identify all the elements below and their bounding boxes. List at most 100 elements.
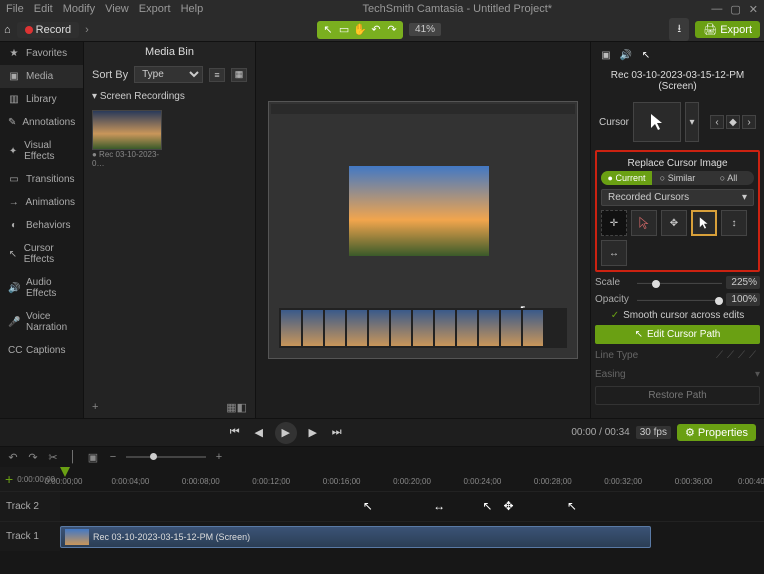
sort-by-select[interactable]: Type	[134, 66, 203, 83]
menu-modify[interactable]: Modify	[63, 3, 95, 15]
nav-media[interactable]: ▣Media	[0, 65, 83, 88]
scale-value[interactable]: 225%	[726, 276, 760, 289]
pill-current[interactable]: ● Current	[601, 171, 652, 185]
home-icon[interactable]: ⌂	[4, 24, 11, 36]
properties-button[interactable]: ⚙ Properties	[677, 424, 756, 441]
edit-cursor-path-button[interactable]: ↖ Edit Cursor Path	[595, 325, 760, 344]
tl-undo-icon[interactable]: ↶	[6, 450, 20, 464]
hand-tool-icon[interactable]: ✋	[353, 23, 367, 37]
tl-split-icon[interactable]: │	[66, 450, 80, 464]
nav-visual-effects[interactable]: ✦Visual Effects	[0, 134, 83, 168]
cc-icon: CC	[8, 345, 20, 356]
nav-voice-narration[interactable]: 🎤Voice Narration	[0, 305, 83, 339]
minimize-icon[interactable]: —	[711, 3, 722, 16]
nav-library[interactable]: ▥Library	[0, 88, 83, 111]
step-fwd-icon[interactable]: ▶	[305, 425, 321, 441]
canvas-preview[interactable]: ↖	[268, 101, 578, 359]
tl-zoom-in-icon[interactable]: +	[212, 450, 226, 464]
nav-audio-effects[interactable]: 🔊Audio Effects	[0, 271, 83, 305]
cursor-marker[interactable]: ↖	[567, 499, 577, 513]
ruler-ticks[interactable]: 0:00:00;00 0:00:04;00 0:00:08;00 0:00:12…	[60, 467, 764, 491]
media-thumb[interactable]: ● Rec 03-10-2023-0…	[92, 110, 162, 168]
tl-zoom-slider[interactable]	[126, 456, 206, 458]
scale-slider[interactable]	[637, 282, 722, 284]
redo-icon[interactable]: ↷	[385, 23, 399, 37]
library-icon: ▥	[8, 94, 20, 105]
tl-cut-icon[interactable]: ✂	[46, 450, 60, 464]
cursor-option-precision[interactable]: ✛	[601, 210, 627, 236]
pill-similar[interactable]: ○ Similar	[652, 171, 703, 185]
export-button[interactable]: 🖨 Export	[695, 21, 760, 38]
track1-lane[interactable]: Rec 03-10-2023-03-15-12-PM (Screen)	[60, 522, 764, 551]
smooth-checkbox[interactable]: ✓	[611, 310, 619, 321]
playhead[interactable]	[60, 467, 70, 477]
record-button[interactable]: Record	[17, 22, 79, 38]
cursor-marker[interactable]: ✥	[504, 499, 514, 513]
tl-redo-icon[interactable]: ↷	[26, 450, 40, 464]
cursor-option-move[interactable]: ✥	[661, 210, 687, 236]
menu-edit[interactable]: Edit	[34, 3, 53, 15]
undo-icon[interactable]: ↶	[369, 23, 383, 37]
menu-help[interactable]: Help	[181, 3, 204, 15]
maximize-icon[interactable]: ▢	[730, 3, 740, 16]
view-list-icon[interactable]: ≡	[209, 68, 225, 82]
next-frame-icon[interactable]: ⏭	[329, 425, 345, 441]
track2-lane[interactable]: ↖ ↔ ↖ ✥ ↖	[60, 492, 764, 521]
menu-view[interactable]: View	[105, 3, 129, 15]
pointer-tool-icon[interactable]: ↖	[321, 23, 335, 37]
nav-favorites[interactable]: ★Favorites	[0, 42, 83, 65]
cursor-icon: ↖	[8, 249, 18, 260]
pill-all[interactable]: ○ All	[703, 171, 754, 185]
tab-cursor-icon[interactable]: ↖	[639, 48, 653, 62]
cursor-option-resize-h[interactable]: ↔	[601, 240, 627, 266]
menu-export[interactable]: Export	[139, 3, 171, 15]
prev-cursor-icon[interactable]: ‹	[710, 115, 724, 129]
track2-label[interactable]: Track 2	[0, 492, 60, 521]
opacity-slider[interactable]	[637, 299, 722, 301]
replace-scope-toggle: ● Current ○ Similar ○ All	[601, 171, 754, 185]
cursor-option-resize-v[interactable]: ↕	[721, 210, 747, 236]
tl-zoom-out-icon[interactable]: −	[106, 450, 120, 464]
cursor-marker[interactable]: ↖	[363, 499, 373, 513]
menu-file[interactable]: File	[6, 3, 24, 15]
add-track-button[interactable]: +	[5, 471, 13, 487]
chevron-right-icon[interactable]: ›	[85, 24, 89, 36]
track1-label[interactable]: Track 1	[0, 522, 60, 551]
restore-path-button[interactable]: Restore Path	[595, 386, 760, 405]
play-button[interactable]: ▶	[275, 422, 297, 444]
opacity-value[interactable]: 100%	[726, 293, 760, 306]
tab-visual-icon[interactable]: ▣	[599, 48, 613, 62]
chevron-down-icon: ▾	[742, 192, 747, 203]
nav-behaviors[interactable]: ◐Behaviors	[0, 214, 83, 237]
cursor-source-dropdown[interactable]: Recorded Cursors▾	[601, 189, 754, 206]
cursor-option-arrow[interactable]	[691, 210, 717, 236]
tab-audio-icon[interactable]: 🔊	[619, 48, 633, 62]
prev-frame-icon[interactable]: ⏮	[227, 425, 243, 441]
nav-animations[interactable]: →Animations	[0, 191, 83, 214]
timeline-clip[interactable]: Rec 03-10-2023-03-15-12-PM (Screen)	[60, 526, 651, 548]
step-back-icon[interactable]: ◀	[251, 425, 267, 441]
linetype-label: Line Type	[595, 350, 638, 361]
cursor-option-arrow-outline[interactable]	[631, 210, 657, 236]
close-icon[interactable]: ✕	[749, 3, 758, 16]
tl-paste-icon[interactable]: ▣	[86, 450, 100, 464]
nav-annotations[interactable]: ✎Annotations	[0, 111, 83, 134]
cursor-diamond-icon[interactable]: ◆	[726, 115, 740, 129]
crop-tool-icon[interactable]: ▭	[337, 23, 351, 37]
nav-transitions[interactable]: ▭Transitions	[0, 168, 83, 191]
nav-captions[interactable]: CCCaptions	[0, 339, 83, 362]
cursor-preview-dropdown[interactable]: ▾	[685, 102, 699, 142]
view-grid-icon[interactable]: ▦	[231, 68, 247, 82]
nav-cursor-effects[interactable]: ↖Cursor Effects	[0, 237, 83, 271]
zoom-level[interactable]: 41%	[409, 23, 441, 36]
next-cursor-icon[interactable]: ›	[742, 115, 756, 129]
folder-screen-recordings[interactable]: ▾ Screen Recordings	[84, 87, 255, 106]
media-view-toggle[interactable]: ▦◧	[226, 401, 247, 414]
fps-selector[interactable]: 30 fps	[636, 426, 671, 439]
download-icon[interactable]: ⭳	[669, 18, 689, 41]
media-bin-title: Media Bin	[84, 42, 255, 62]
cursor-marker[interactable]: ↖	[482, 499, 492, 513]
add-media-button[interactable]: +	[92, 401, 98, 414]
cursor-marker[interactable]: ↔	[433, 499, 445, 513]
canvas-area[interactable]: ↖	[256, 42, 590, 418]
